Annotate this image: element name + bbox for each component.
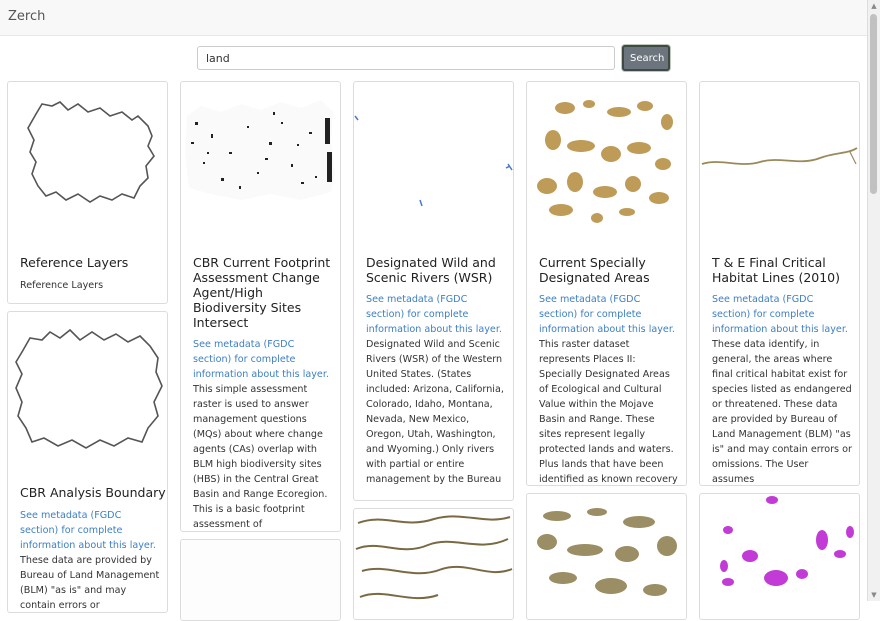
result-card-specially-designated-areas[interactable]: Current Specially Designated Areas See m… — [526, 81, 687, 486]
metadata-link[interactable]: See metadata (FGDC section) for complete… — [366, 294, 502, 335]
card-title[interactable]: Reference Layers — [20, 255, 128, 270]
metadata-link[interactable]: See metadata (FGDC section) for complete… — [20, 510, 156, 551]
card-map-thumbnail — [15, 328, 163, 449]
result-card-cbr-footprint[interactable]: CBR Current Footprint Assessment Change … — [180, 81, 341, 532]
page-scrollbar[interactable]: ▲ ▼ — [867, 0, 880, 601]
card-map-thumbnail — [27, 101, 155, 203]
result-card-reference-layers[interactable]: Reference Layers Reference Layers — [7, 81, 168, 304]
result-card-wild-scenic-rivers[interactable]: Designated Wild and Scenic Rivers (WSR) … — [353, 81, 514, 501]
card-description: See metadata (FGDC section) for complete… — [712, 294, 852, 485]
result-card[interactable] — [180, 539, 341, 621]
card-title[interactable]: T & E Final Critical Habitat Lines (2010… — [712, 255, 852, 285]
card-title[interactable]: Designated Wild and Scenic Rivers (WSR) — [366, 255, 506, 285]
card-map-thumbnail — [537, 100, 673, 223]
card-title[interactable]: CBR Analysis Boundary — [20, 485, 166, 500]
result-card[interactable] — [353, 508, 514, 620]
scroll-down-arrow-icon[interactable]: ▼ — [869, 590, 879, 600]
card-title[interactable]: Current Specially Designated Areas — [539, 255, 679, 285]
search-button[interactable]: Search — [622, 45, 670, 71]
result-card-cbr-analysis-boundary[interactable]: CBR Analysis Boundary See metadata (FGDC… — [7, 311, 168, 613]
card-map-thumbnail — [355, 515, 513, 600]
card-map-thumbnail — [701, 147, 858, 165]
metadata-link[interactable]: See metadata (FGDC section) for complete… — [539, 294, 675, 335]
card-map-thumbnail — [181, 540, 340, 620]
search-input[interactable] — [197, 46, 615, 70]
scroll-up-arrow-icon[interactable]: ▲ — [869, 1, 879, 11]
card-description: See metadata (FGDC section) for complete… — [20, 510, 160, 611]
top-navbar: Zerch — [0, 0, 868, 36]
metadata-link[interactable]: See metadata (FGDC section) for complete… — [712, 294, 848, 335]
card-title[interactable]: CBR Current Footprint Assessment Change … — [193, 255, 333, 330]
metadata-link[interactable]: See metadata (FGDC section) for complete… — [193, 339, 329, 380]
card-description: See metadata (FGDC section) for complete… — [539, 294, 678, 485]
card-description: See metadata (FGDC section) for complete… — [193, 339, 329, 530]
card-map-thumbnail — [720, 496, 854, 586]
card-description: See metadata (FGDC section) for complete… — [366, 294, 504, 485]
card-map-thumbnail — [354, 115, 513, 207]
card-description: Reference Layers — [20, 280, 104, 291]
card-map-thumbnail — [185, 100, 335, 200]
card-map-thumbnail — [537, 508, 677, 596]
brand-logo[interactable]: Zerch — [8, 9, 45, 24]
scroll-thumb[interactable] — [870, 14, 877, 194]
result-card-critical-habitat-lines[interactable]: T & E Final Critical Habitat Lines (2010… — [699, 81, 860, 486]
